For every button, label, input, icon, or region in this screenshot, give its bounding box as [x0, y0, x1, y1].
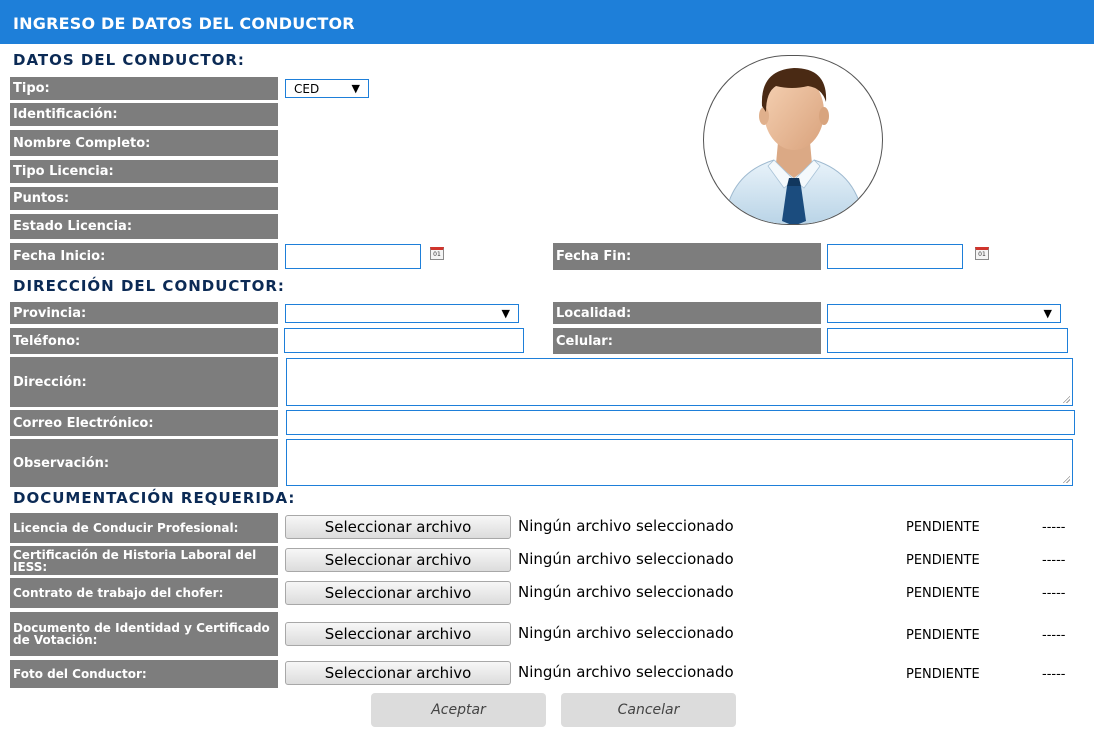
label-provincia: Provincia: — [10, 302, 278, 324]
label-estado-licencia: Estado Licencia: — [10, 214, 278, 239]
doc-extra-value: ----- — [1042, 667, 1066, 682]
cancel-button[interactable]: Cancelar — [561, 693, 736, 727]
fecha-inicio-input[interactable] — [285, 244, 421, 269]
doc-label-identidad: Documento de Identidad y Certificado de … — [10, 612, 278, 656]
tipo-select-value: CED — [294, 82, 320, 96]
doc-extra-value: ----- — [1042, 628, 1066, 643]
celular-input[interactable] — [827, 328, 1068, 353]
label-puntos: Puntos: — [10, 187, 278, 210]
label-telefono: Teléfono: — [10, 328, 278, 354]
status-badge: PENDIENTE — [906, 520, 980, 535]
label-fecha-inicio: Fecha Inicio: — [10, 243, 278, 270]
tipo-select[interactable]: CED ▼ — [285, 79, 369, 98]
label-tipo-licencia: Tipo Licencia: — [10, 160, 278, 183]
correo-input[interactable] — [286, 410, 1075, 435]
status-badge: PENDIENTE — [906, 553, 980, 568]
chevron-down-icon: ▼ — [351, 82, 360, 95]
direccion-textarea[interactable] — [286, 358, 1073, 406]
label-observacion: Observación: — [10, 439, 278, 487]
select-file-button[interactable]: Seleccionar archivo — [285, 622, 511, 646]
label-fecha-fin: Fecha Fin: — [553, 243, 821, 270]
observacion-textarea[interactable] — [286, 439, 1073, 486]
provincia-select[interactable]: ▼ — [285, 304, 519, 323]
resize-handle-icon[interactable] — [1062, 395, 1070, 403]
label-direccion: Dirección: — [10, 357, 278, 407]
no-file-text: Ningún archivo seleccionado — [518, 550, 734, 568]
status-badge: PENDIENTE — [906, 667, 980, 682]
select-file-button[interactable]: Seleccionar archivo — [285, 661, 511, 685]
select-file-button[interactable]: Seleccionar archivo — [285, 548, 511, 572]
resize-handle-icon[interactable] — [1062, 475, 1070, 483]
calendar-icon[interactable]: 01 — [975, 247, 989, 260]
label-identificacion: Identificación: — [10, 103, 278, 126]
driver-photo — [703, 55, 883, 225]
label-nombre-completo: Nombre Completo: — [10, 130, 278, 156]
no-file-text: Ningún archivo seleccionado — [518, 517, 734, 535]
doc-label-historia-laboral: Certificación de Historia Laboral del IE… — [10, 546, 278, 575]
select-file-button[interactable]: Seleccionar archivo — [285, 515, 511, 539]
chevron-down-icon: ▼ — [501, 307, 510, 320]
doc-extra-value: ----- — [1042, 586, 1066, 601]
no-file-text: Ningún archivo seleccionado — [518, 663, 734, 681]
avatar-icon — [723, 68, 865, 224]
chevron-down-icon: ▼ — [1043, 307, 1052, 320]
section-title-documentacion: DOCUMENTACIÓN REQUERIDA: — [13, 489, 296, 507]
status-badge: PENDIENTE — [906, 586, 980, 601]
doc-label-foto: Foto del Conductor: — [10, 660, 278, 688]
fecha-fin-input[interactable] — [827, 244, 963, 269]
localidad-select[interactable]: ▼ — [827, 304, 1061, 323]
label-tipo: Tipo: — [10, 77, 278, 100]
doc-extra-value: ----- — [1042, 553, 1066, 568]
calendar-icon[interactable]: 01 — [430, 247, 444, 260]
doc-label-licencia: Licencia de Conducir Profesional: — [10, 513, 278, 543]
form-title: INGRESO DE DATOS DEL CONDUCTOR — [13, 14, 355, 33]
doc-extra-value: ----- — [1042, 520, 1066, 535]
form-header: INGRESO DE DATOS DEL CONDUCTOR — [0, 0, 1094, 44]
status-badge: PENDIENTE — [906, 628, 980, 643]
section-title-direccion: DIRECCIÓN DEL CONDUCTOR: — [13, 277, 285, 295]
section-title-conductor: DATOS DEL CONDUCTOR: — [13, 51, 245, 69]
no-file-text: Ningún archivo seleccionado — [518, 624, 734, 642]
label-correo: Correo Electrónico: — [10, 410, 278, 436]
no-file-text: Ningún archivo seleccionado — [518, 583, 734, 601]
label-celular: Celular: — [553, 328, 821, 354]
select-file-button[interactable]: Seleccionar archivo — [285, 581, 511, 605]
label-localidad: Localidad: — [553, 302, 821, 324]
accept-button[interactable]: Aceptar — [371, 693, 546, 727]
doc-label-contrato: Contrato de trabajo del chofer: — [10, 578, 278, 608]
telefono-input[interactable] — [284, 328, 524, 353]
